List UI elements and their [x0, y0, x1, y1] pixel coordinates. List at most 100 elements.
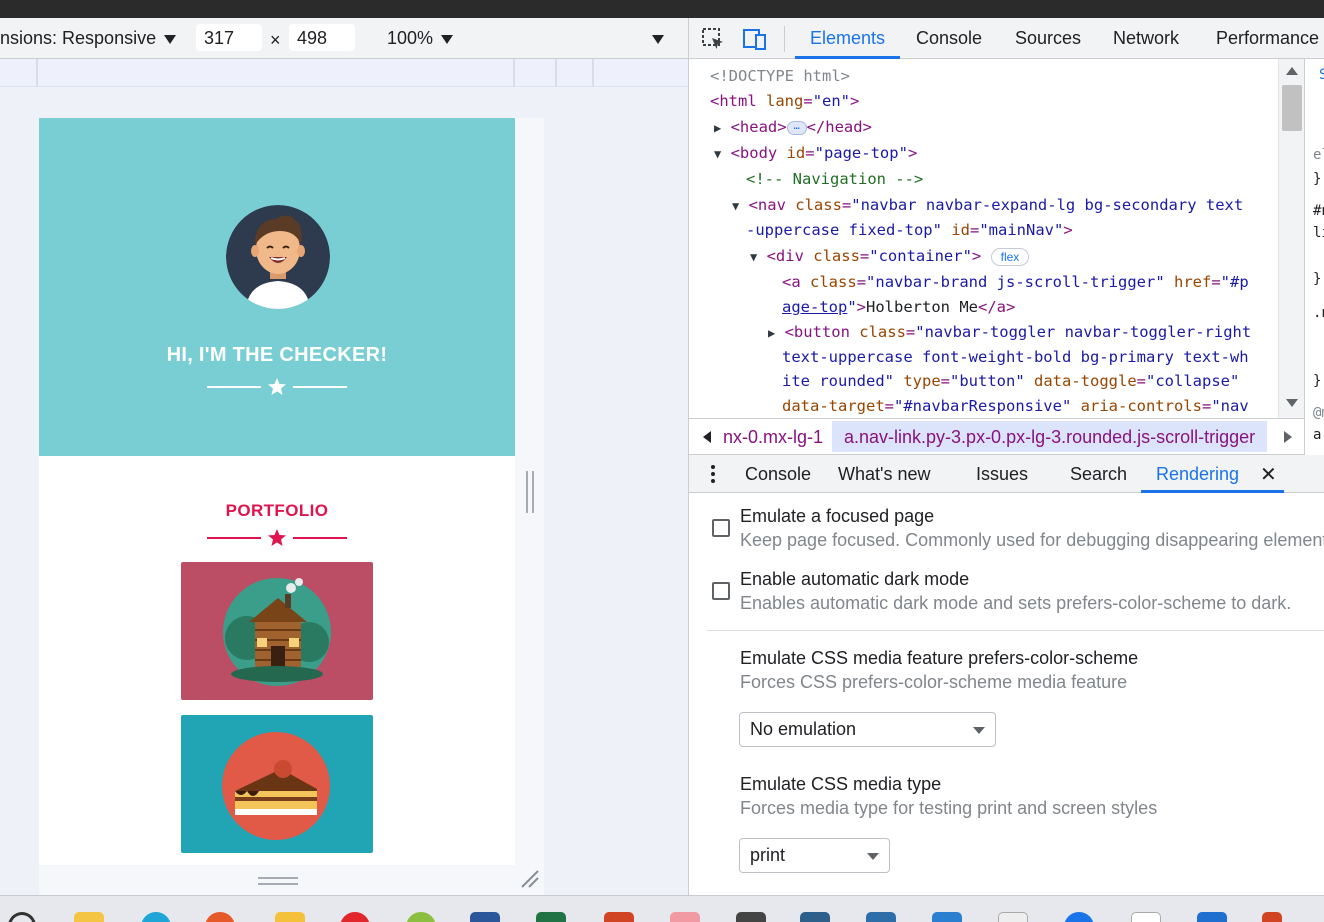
scroll-thumb[interactable] [1282, 85, 1302, 131]
style-fragment: #n [1313, 203, 1324, 219]
resize-handle-right[interactable] [526, 471, 534, 513]
tab-console[interactable]: Console [916, 28, 982, 49]
excel-icon[interactable] [536, 912, 566, 922]
app-icon[interactable] [1064, 912, 1094, 922]
dom-tree[interactable]: <!DOCTYPE html> <html lang="en"> ▶ <head… [688, 59, 1278, 418]
device-toolbar: nsions: Responsive 317 × 498 100% [0, 18, 688, 59]
breadcrumb-left-icon[interactable] [703, 431, 711, 443]
media-query-ruler[interactable] [0, 59, 688, 87]
edge-browser-icon[interactable] [141, 912, 171, 922]
cake-slice-icon [222, 732, 330, 840]
dom-line-button[interactable]: ▶ <button class="navbar-toggler navbar-t… [768, 322, 1251, 343]
app-icon[interactable] [1131, 912, 1161, 922]
app-icon[interactable] [275, 912, 305, 922]
vscode-icon[interactable] [932, 912, 962, 922]
collapse-triangle-icon[interactable]: ▼ [714, 147, 721, 161]
dom-line-doctype[interactable]: <!DOCTYPE html> [710, 66, 850, 86]
portfolio-item[interactable] [181, 562, 373, 700]
emulated-viewport: HI, I'M THE CHECKER! PORTFOLIO [39, 118, 515, 865]
app-icon[interactable] [406, 912, 436, 922]
color-scheme-title: Emulate CSS media feature prefers-color-… [740, 648, 1139, 668]
styles-tab-fragment[interactable]: S [1319, 67, 1324, 83]
height-input[interactable]: 498 [289, 24, 355, 51]
drawer-tab-issues[interactable]: Issues [976, 464, 1028, 485]
breadcrumb-right-icon[interactable] [1284, 431, 1292, 443]
app-icon[interactable] [670, 912, 700, 922]
portfolio-item[interactable] [181, 715, 373, 853]
flex-badge[interactable]: flex [990, 247, 1030, 266]
word-icon[interactable] [470, 912, 500, 922]
app-icon[interactable] [1197, 912, 1227, 922]
chevron-down-icon [973, 727, 985, 734]
close-icon[interactable]: ✕ [1260, 462, 1277, 487]
search-icon[interactable] [8, 912, 36, 922]
style-fragment: @m [1313, 405, 1324, 421]
chevron-down-icon [441, 34, 454, 44]
style-fragment: .n [1313, 305, 1324, 321]
app-icon[interactable] [866, 912, 896, 922]
dom-scrollbar[interactable] [1278, 59, 1304, 418]
media-type-select[interactable]: print [739, 838, 890, 873]
width-input[interactable]: 317 [196, 24, 262, 51]
dom-line-button-cont[interactable]: data-target="#navbarResponsive" aria-con… [782, 396, 1249, 416]
style-fragment: } [1313, 171, 1322, 187]
dark-mode-desc: Enables automatic dark mode and sets pre… [740, 593, 1292, 613]
tab-performance[interactable]: Performance [1216, 28, 1319, 49]
style-fragment: } [1313, 373, 1322, 389]
dom-line-comment[interactable]: <!-- Navigation --> [746, 169, 923, 189]
ellipsis-badge[interactable]: … [786, 120, 807, 135]
app-icon[interactable] [736, 912, 766, 922]
more-tools-icon[interactable] [711, 465, 715, 483]
styles-pane[interactable]: S el } #n li } .n } @m a [1304, 59, 1324, 459]
dom-line-head[interactable]: ▶ <head>… </head> [714, 117, 872, 138]
emulation-stage: HI, I'M THE CHECKER! PORTFOLIO [0, 87, 688, 895]
resize-handle-bottom[interactable] [258, 877, 298, 885]
masthead-divider [207, 378, 347, 396]
dom-line-nav[interactable]: ▼ <nav class="navbar navbar-expand-lg bg… [732, 195, 1243, 216]
tab-sources[interactable]: Sources [1015, 28, 1081, 49]
color-scheme-value: No emulation [750, 719, 857, 739]
drawer-tab-search[interactable]: Search [1070, 464, 1127, 485]
dimensions-dropdown[interactable]: nsions: Responsive [0, 28, 177, 49]
dom-line-nav-cont[interactable]: -uppercase fixed-top" id="mainNav"> [746, 220, 1073, 240]
breadcrumb-item[interactable]: nx-0.mx-lg-1 [723, 427, 823, 448]
dom-line-anchor-cont[interactable]: age-top">Holberton Me</a> [782, 297, 1015, 317]
expand-triangle-icon[interactable]: ▶ [714, 121, 721, 135]
scroll-down-icon[interactable] [1286, 399, 1298, 407]
dom-line-button-cont[interactable]: text-uppercase font-weight-bold bg-prima… [782, 347, 1249, 367]
zoom-dropdown[interactable]: 100% [387, 28, 454, 49]
dom-line-body[interactable]: ▼ <body id="page-top"> [714, 143, 917, 164]
scroll-up-icon[interactable] [1286, 67, 1298, 75]
app-icon[interactable] [205, 912, 235, 922]
drawer-tab-console[interactable]: Console [745, 464, 811, 485]
style-fragment: } [1313, 271, 1322, 287]
dom-line-anchor[interactable]: <a class="navbar-brand js-scroll-trigger… [782, 272, 1249, 292]
tab-network[interactable]: Network [1113, 28, 1179, 49]
color-scheme-select[interactable]: No emulation [739, 712, 996, 747]
powerpoint-icon[interactable] [604, 912, 634, 922]
collapse-triangle-icon[interactable]: ▼ [732, 199, 739, 213]
app-icon[interactable] [1262, 912, 1282, 922]
more-options-icon[interactable] [652, 35, 664, 44]
focused-page-checkbox[interactable] [712, 519, 730, 537]
breadcrumb-item-current[interactable]: a.nav-link.py-3.px-0.px-lg-3.rounded.js-… [832, 421, 1268, 452]
drawer-tab-whats-new[interactable]: What's new [838, 464, 930, 485]
toolbar-separator [784, 26, 785, 52]
dom-line-div[interactable]: ▼ <div class="container"> flex [750, 246, 1030, 267]
dom-line-button-cont[interactable]: ite rounded" type="button" data-toggle="… [782, 371, 1239, 391]
inspect-element-icon[interactable] [701, 27, 725, 51]
times-sign: × [270, 30, 281, 50]
collapse-triangle-icon[interactable]: ▼ [750, 250, 757, 264]
expand-triangle-icon[interactable]: ▶ [768, 326, 775, 340]
dark-mode-checkbox[interactable] [712, 582, 730, 600]
device-toggle-icon[interactable] [742, 27, 766, 51]
app-icon[interactable] [340, 912, 370, 922]
tab-elements[interactable]: Elements [810, 28, 885, 49]
drawer-tab-rendering[interactable]: Rendering [1156, 464, 1239, 485]
file-explorer-icon[interactable] [74, 912, 104, 922]
chevron-down-icon [164, 34, 177, 44]
dom-line-html[interactable]: <html lang="en"> [710, 91, 859, 111]
app-icon[interactable] [998, 912, 1028, 922]
app-icon[interactable] [800, 912, 830, 922]
resize-corner-icon[interactable] [520, 869, 540, 889]
